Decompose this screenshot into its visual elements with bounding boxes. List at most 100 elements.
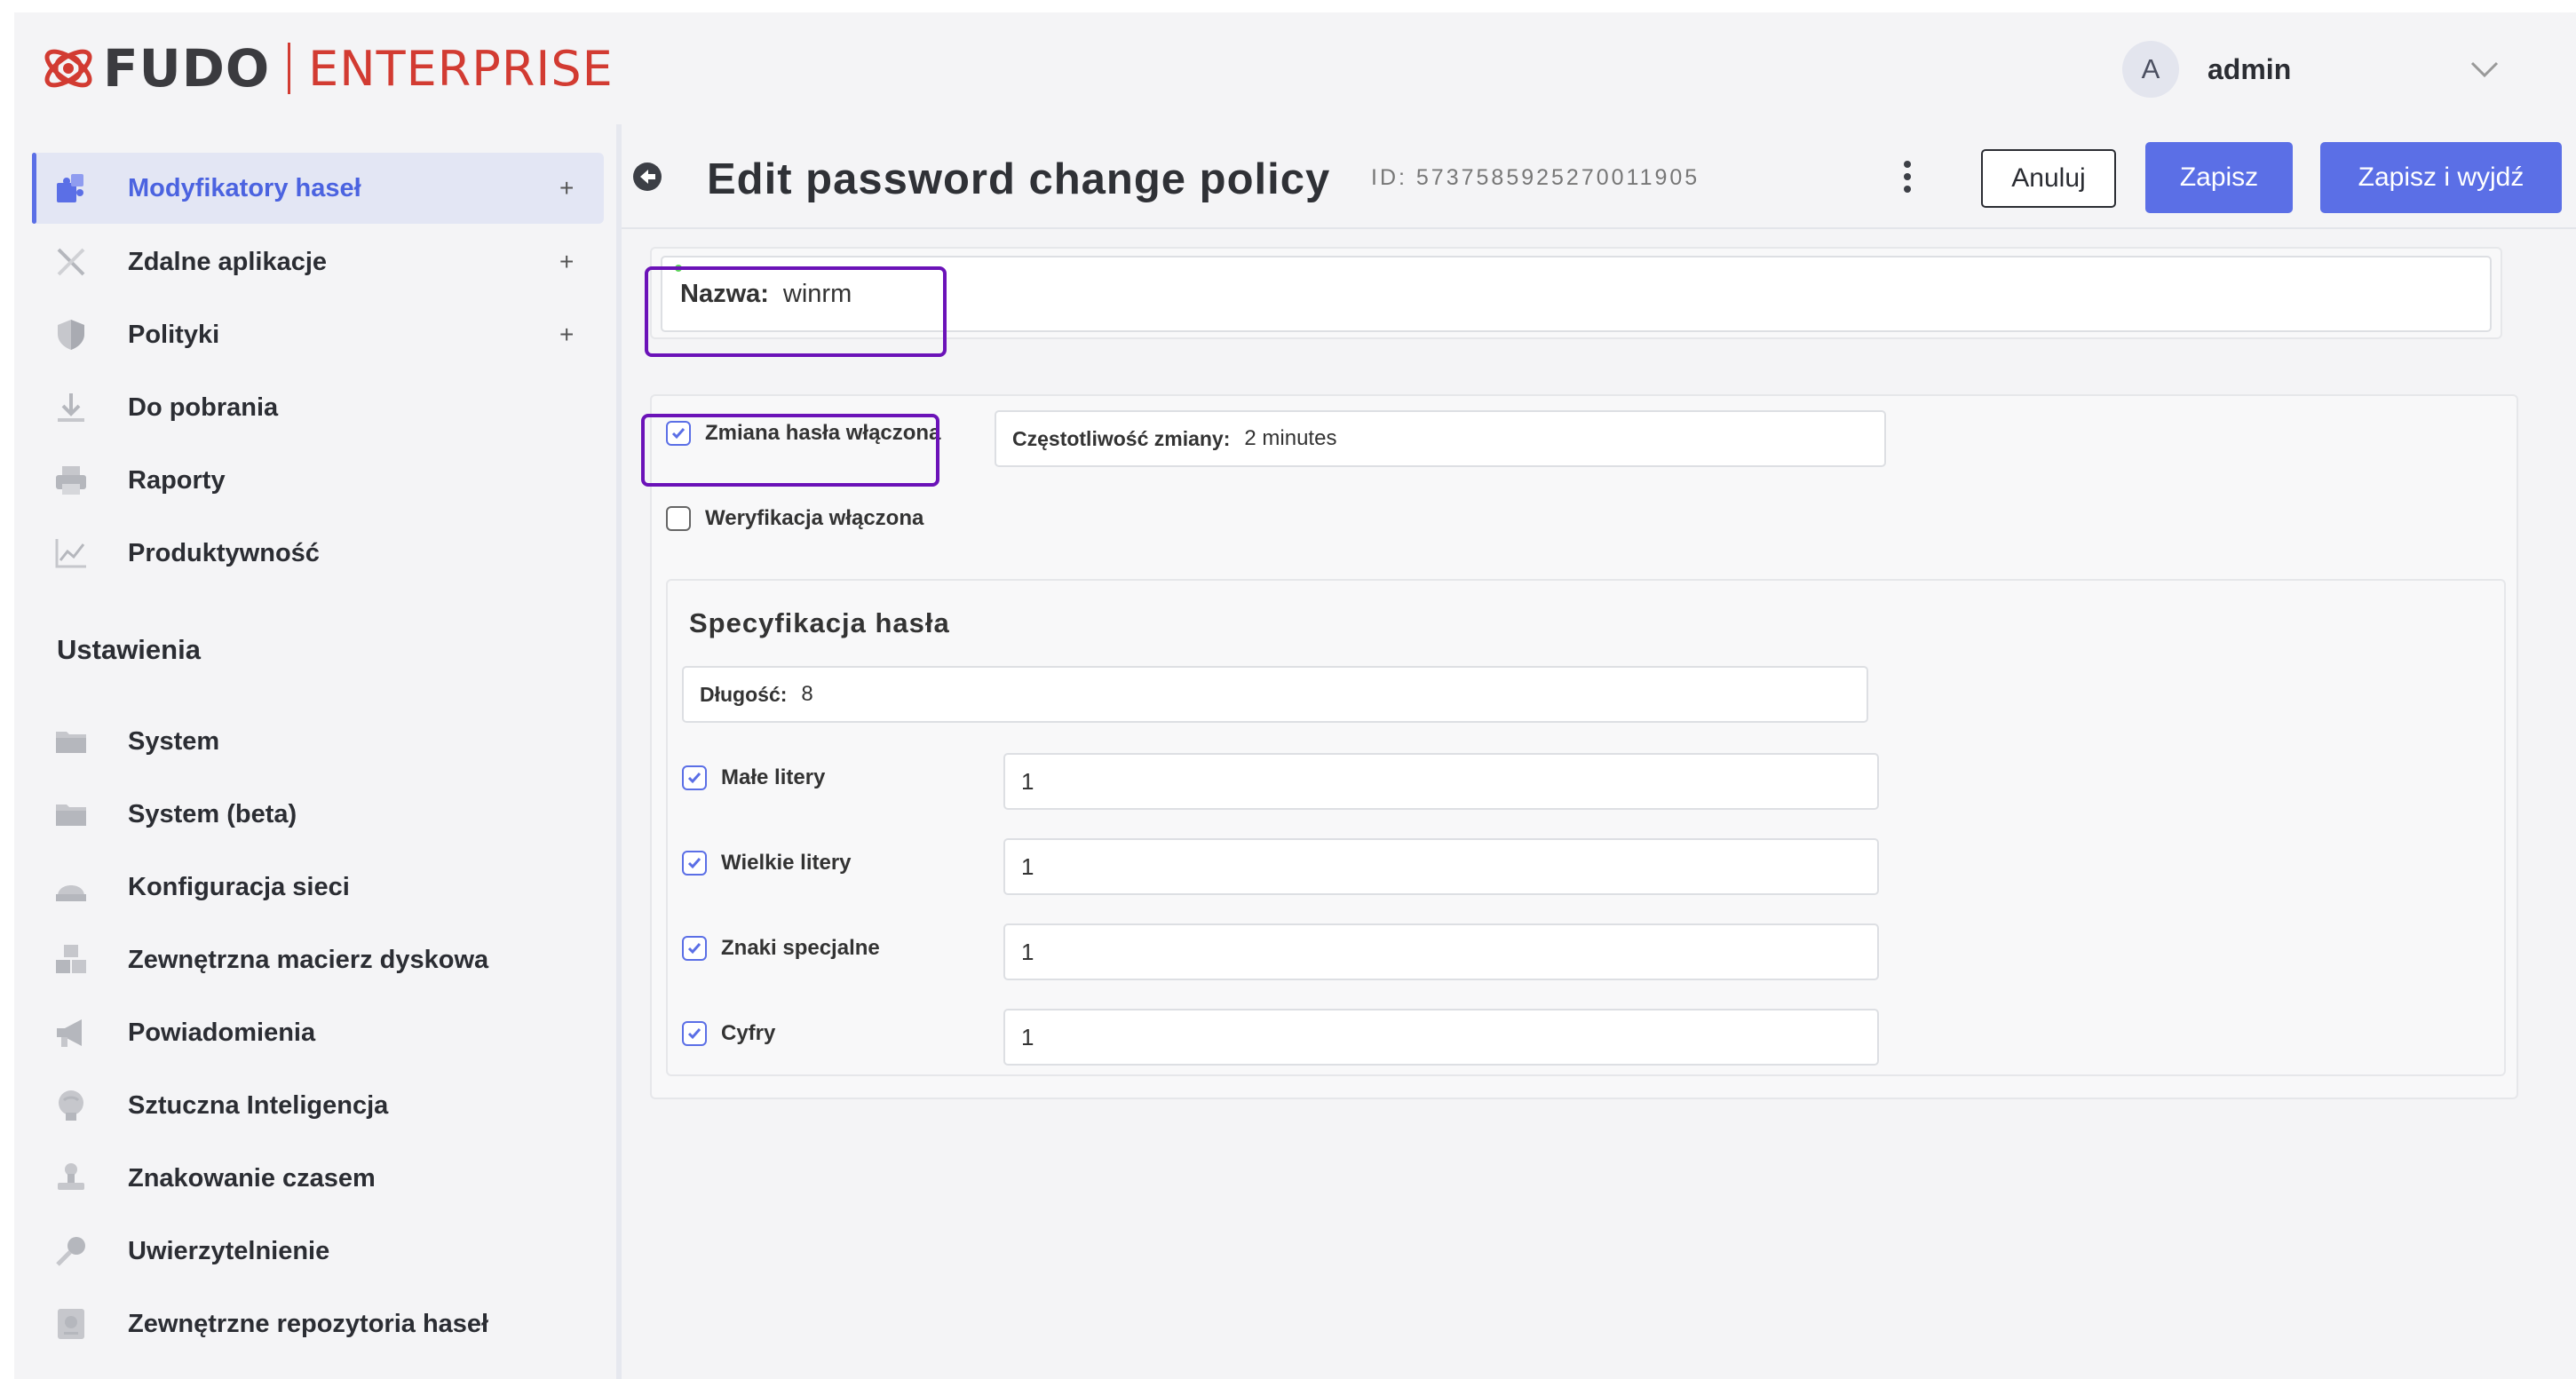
sidebar-item-remote-apps[interactable]: Zdalne aplikacje + (32, 226, 604, 297)
app-frame: FUDO ENTERPRISE A admin Modyfikatory has… (14, 12, 2576, 1379)
top-bar: FUDO ENTERPRISE A admin (14, 12, 2576, 124)
megaphone-icon (57, 1019, 82, 1047)
sidebar-item-label: Zewnętrzne repozytoria haseł (128, 1309, 489, 1338)
save-button[interactable]: Zapisz (2145, 142, 2293, 213)
sidebar-item-label: Raporty (128, 465, 226, 495)
sidebar: Modyfikatory haseł + Zdalne aplikacje + … (14, 124, 620, 1379)
record-id: ID: 5737585925270011905 (1371, 165, 1700, 190)
main-area: Edit password change policy ID: 57375859… (622, 124, 2576, 1379)
sidebar-item-label: Produktywność (128, 538, 320, 567)
sidebar-item-network[interactable]: Konfiguracja sieci (32, 852, 604, 923)
verification-label: Weryfikacja włączona (705, 506, 924, 530)
sidebar-item-label: Zdalne aplikacje (128, 247, 328, 276)
sidebar-item-label: System (128, 726, 220, 756)
sidebar-item-ai[interactable]: Sztuczna Inteligencja (32, 1070, 604, 1141)
spec-title: Specyfikacja hasła (689, 607, 950, 638)
chart-icon (55, 539, 86, 568)
download-icon (58, 393, 84, 422)
digits-count-input[interactable]: 1 (1003, 1009, 1879, 1066)
cancel-button[interactable]: Anuluj (1981, 149, 2116, 208)
sidebar-item-external-storage[interactable]: Zewnętrzna macierz dyskowa (32, 924, 604, 995)
lowercase-count-input[interactable]: 1 (1003, 753, 1879, 810)
verification-checkbox[interactable]: Weryfikacja włączona (666, 506, 923, 531)
sidebar-item-label: Polityki (128, 320, 220, 349)
digits-checkbox[interactable]: Cyfry (682, 1021, 775, 1046)
digits-label: Cyfry (721, 1021, 776, 1045)
sidebar-item-password-modifiers[interactable]: Modyfikatory haseł + (32, 153, 604, 224)
folder-icon (56, 804, 86, 826)
add-icon[interactable]: + (559, 321, 574, 349)
frequency-value[interactable]: 2 minutes (1244, 426, 1336, 451)
brand-edition: ENTERPRISE (308, 40, 614, 97)
puzzle-icon (57, 174, 83, 202)
back-icon[interactable] (632, 162, 662, 192)
policy-panel: Zmiana hasła włączona Częstotliwość zmia… (650, 394, 2518, 1099)
sidebar-item-label: System (beta) (128, 799, 297, 828)
fudo-logo-icon (44, 49, 92, 88)
uppercase-checkbox[interactable]: Wielkie litery (682, 851, 852, 876)
sidebar-item-label: Uwierzytelnienie (128, 1236, 330, 1265)
lowercase-checkbox[interactable]: Małe litery (682, 765, 825, 790)
page-title: Edit password change policy (707, 155, 1331, 203)
form-content: Nazwa: winrm Zmiana hasła włączona Częst… (622, 231, 2576, 1379)
storage-icon (56, 945, 86, 973)
length-value[interactable]: 8 (801, 682, 812, 707)
sidebar-item-label: Znakowanie czasem (128, 1163, 376, 1193)
sidebar-item-system[interactable]: System (32, 706, 604, 777)
printer-icon (56, 466, 86, 495)
special-chars-count-input[interactable]: 1 (1003, 923, 1879, 980)
sidebar-item-notifications[interactable]: Powiadomienia (32, 997, 604, 1068)
sidebar-item-productivity[interactable]: Produktywność (32, 518, 604, 589)
uppercase-label: Wielkie litery (721, 851, 852, 875)
add-icon[interactable]: + (559, 174, 574, 202)
lowercase-label: Małe litery (721, 765, 826, 789)
sidebar-item-policies[interactable]: Polityki + (32, 299, 604, 370)
key-icon (56, 1237, 85, 1266)
sidebar-item-label: Do pobrania (128, 392, 279, 422)
spec-panel: Specyfikacja hasła Długość: 8 Małe liter… (666, 579, 2506, 1076)
user-menu[interactable]: A admin (2122, 41, 2499, 98)
stamp-icon (58, 1163, 84, 1190)
save-and-exit-button[interactable]: Zapisz i wyjdź (2320, 142, 2562, 213)
network-icon (56, 885, 86, 901)
sidebar-item-label: Zewnętrzna macierz dyskowa (128, 945, 489, 974)
sidebar-item-label: Powiadomienia (128, 1018, 316, 1047)
vault-icon (58, 1309, 84, 1339)
special-chars-label: Znaki specjalne (721, 936, 880, 960)
change-enabled-highlight (641, 414, 939, 487)
sidebar-item-label: Sztuczna Inteligencja (128, 1090, 389, 1120)
apps-icon (57, 248, 85, 276)
add-icon[interactable]: + (559, 248, 574, 276)
sidebar-item-authentication[interactable]: Uwierzytelnienie (32, 1216, 604, 1287)
brand-name: FUDO (103, 38, 271, 99)
brand-logo[interactable]: FUDO ENTERPRISE (39, 37, 614, 99)
length-field[interactable]: Długość: 8 (682, 666, 1868, 723)
more-options-icon[interactable] (1897, 158, 1918, 195)
brand-divider (288, 43, 291, 94)
shield-icon (58, 320, 84, 350)
special-chars-checkbox[interactable]: Znaki specjalne (682, 936, 880, 961)
frequency-field[interactable]: Częstotliwość zmiany: 2 minutes (995, 410, 1886, 467)
uppercase-count-input[interactable]: 1 (1003, 838, 1879, 895)
sidebar-item-system-beta[interactable]: System (beta) (32, 779, 604, 850)
brain-icon (59, 1090, 83, 1121)
sidebar-item-downloads[interactable]: Do pobrania (32, 372, 604, 443)
checkbox-unchecked-icon[interactable] (666, 506, 691, 531)
avatar[interactable]: A (2122, 41, 2179, 98)
checkbox-checked-icon[interactable] (682, 936, 707, 961)
frequency-label: Częstotliwość zmiany: (1012, 426, 1231, 450)
sidebar-item-external-password-repos[interactable]: Zewnętrzne repozytoria haseł (32, 1288, 604, 1359)
chevron-down-icon[interactable] (2467, 52, 2502, 87)
checkbox-checked-icon[interactable] (682, 851, 707, 876)
length-label: Długość: (700, 682, 788, 706)
settings-section-title: Ustawienia (57, 634, 201, 665)
sidebar-item-timestamping[interactable]: Znakowanie czasem (32, 1143, 604, 1214)
user-name[interactable]: admin (2207, 53, 2291, 86)
page-header: Edit password change policy ID: 57375859… (622, 124, 2576, 229)
sidebar-item-label: Konfiguracja sieci (128, 872, 350, 901)
sidebar-item-label: Modyfikatory haseł (128, 173, 361, 202)
name-highlight (645, 266, 947, 357)
checkbox-checked-icon[interactable] (682, 765, 707, 790)
checkbox-checked-icon[interactable] (682, 1021, 707, 1046)
sidebar-item-reports[interactable]: Raporty (32, 445, 604, 516)
